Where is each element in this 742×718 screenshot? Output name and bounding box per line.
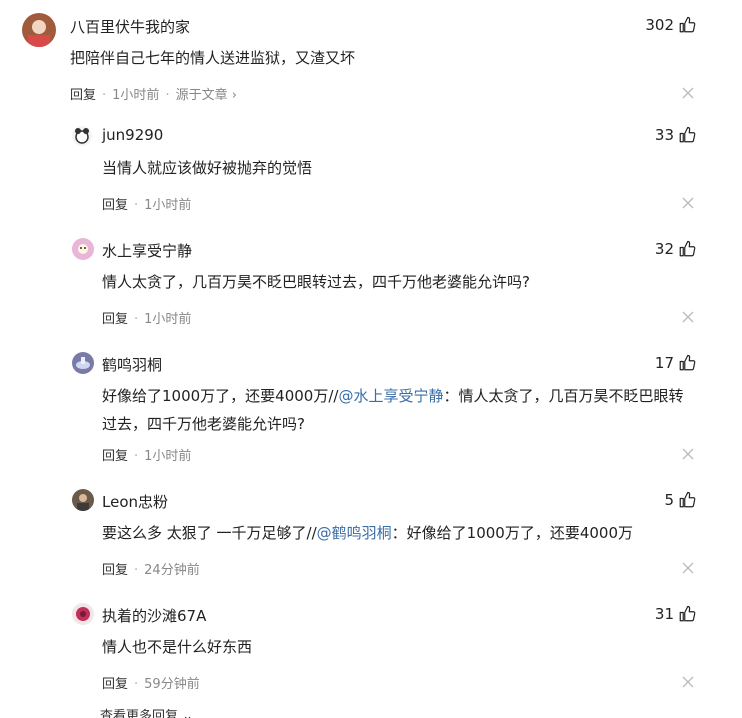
thumbs-up-icon — [679, 491, 696, 508]
comment-text: 情人也不是什么好东西 — [102, 638, 253, 656]
like-button[interactable]: 17 — [655, 354, 696, 372]
avatar[interactable] — [72, 603, 94, 625]
comment-thread: 八百里伏牛我的家 302 把陪伴自己七年的情人送进监狱，又渣又坏 回复 · 1小时前… — [0, 0, 742, 718]
thumbs-up-icon — [679, 240, 696, 257]
mention-link[interactable]: @鹤鸣羽桐 — [317, 524, 392, 542]
comment-meta: 回复 · 1小时前 · 源于文章 › — [70, 88, 237, 103]
close-icon[interactable] — [682, 87, 694, 99]
like-count: 31 — [654, 605, 674, 623]
username[interactable]: 鹤鸣羽桐 — [102, 354, 162, 375]
close-icon[interactable] — [682, 562, 694, 574]
comment-text: 把陪伴自己七年的情人送进监狱，又渣又坏 — [70, 49, 356, 67]
comment-meta: 回复 · 24分钟前 — [102, 563, 200, 578]
like-button[interactable]: 33 — [655, 126, 696, 144]
mention-link[interactable]: @水上享受宁静 — [338, 387, 443, 405]
reply-button[interactable]: 回复 — [102, 563, 128, 578]
comment-item: 八百里伏牛我的家 302 把陪伴自己七年的情人送进监狱，又渣又坏 回复 · 1小时前… — [0, 0, 742, 110]
username[interactable]: 执着的沙滩67A — [102, 605, 206, 626]
timestamp: 24分钟前 — [144, 563, 200, 578]
like-button[interactable]: 5 — [664, 491, 696, 509]
comment-text: 要这么多 太狠了 一千万足够了//@鹤鸣羽桐：好像给了1000万了，还要4000… — [102, 524, 634, 542]
close-icon[interactable] — [682, 676, 694, 688]
close-icon[interactable] — [682, 311, 694, 323]
comment-text: 好像给了1000万了，还要4000万//@水上享受宁静：情人太贪了，几百万昊不眨… — [102, 387, 684, 433]
comment-meta: 回复 · 1小时前 — [102, 312, 192, 327]
close-icon[interactable] — [682, 448, 694, 460]
reply-button[interactable]: 回复 — [102, 449, 128, 464]
reply-item: jun9290 33 当情人就应该做好被抛弃的觉悟 回复 · 1小时前 — [0, 110, 742, 224]
reply-item: 水上享受宁静 32 情人太贪了，几百万昊不眨巴眼转过去，四千万他老婆能允许吗? … — [0, 224, 742, 338]
chevron-down-icon: ⌄ — [182, 709, 194, 718]
reply-item: Leon忠粉 5 要这么多 太狠了 一千万足够了//@鹤鸣羽桐：好像给了1000… — [0, 484, 742, 598]
thumbs-up-icon — [679, 605, 696, 622]
reply-item: 执着的沙滩67A 31 情人也不是什么好东西 回复 · 59分钟前 — [0, 598, 742, 698]
reply-button[interactable]: 回复 — [70, 88, 96, 103]
view-more-replies-link[interactable]: 查看更多回复 ⌄ — [100, 705, 193, 718]
avatar[interactable] — [72, 352, 94, 374]
username[interactable]: 水上享受宁静 — [102, 240, 192, 261]
reply-button[interactable]: 回复 — [102, 198, 128, 213]
timestamp: 1小时前 — [144, 312, 192, 327]
comment-text: 当情人就应该做好被抛弃的觉悟 — [102, 159, 313, 177]
avatar[interactable] — [72, 489, 94, 511]
like-count: 5 — [664, 491, 674, 509]
comment-meta: 回复 · 1小时前 — [102, 449, 192, 464]
like-count: 17 — [654, 354, 674, 372]
thumbs-up-icon — [679, 16, 696, 33]
thumbs-up-icon — [679, 354, 696, 371]
like-button[interactable]: 302 — [645, 16, 696, 34]
comment-text: 情人太贪了，几百万昊不眨巴眼转过去，四千万他老婆能允许吗? — [102, 273, 530, 291]
like-button[interactable]: 32 — [655, 240, 696, 258]
chevron-right-icon: › — [231, 88, 237, 103]
source-link[interactable]: 源于文章 › — [176, 88, 237, 103]
username[interactable]: 八百里伏牛我的家 — [70, 16, 190, 37]
comment-meta: 回复 · 1小时前 — [102, 198, 192, 213]
like-count: 32 — [654, 240, 674, 258]
username[interactable]: jun9290 — [102, 126, 163, 144]
like-count: 302 — [645, 16, 674, 34]
comment-meta: 回复 · 59分钟前 — [102, 677, 200, 692]
close-icon[interactable] — [682, 197, 694, 209]
thumbs-up-icon — [679, 126, 696, 143]
like-count: 33 — [654, 126, 674, 144]
avatar[interactable] — [22, 13, 56, 47]
like-button[interactable]: 31 — [655, 605, 696, 623]
avatar[interactable] — [72, 126, 92, 146]
reply-item: 鹤鸣羽桐 17 好像给了1000万了，还要4000万//@水上享受宁静：情人太贪… — [0, 338, 742, 484]
username[interactable]: Leon忠粉 — [102, 491, 168, 512]
timestamp: 59分钟前 — [144, 677, 200, 692]
avatar[interactable] — [72, 238, 94, 260]
timestamp: 1小时前 — [112, 88, 160, 103]
timestamp: 1小时前 — [144, 198, 192, 213]
reply-button[interactable]: 回复 — [102, 312, 128, 327]
timestamp: 1小时前 — [144, 449, 192, 464]
reply-button[interactable]: 回复 — [102, 677, 128, 692]
